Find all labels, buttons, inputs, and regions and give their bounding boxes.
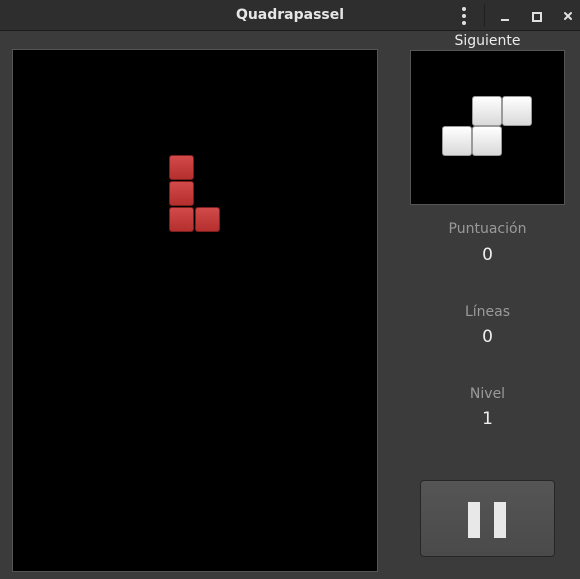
piece-block xyxy=(169,155,194,180)
vertical-dots-icon[interactable] xyxy=(452,4,476,27)
preview-block xyxy=(472,126,502,156)
titlebar-separator xyxy=(484,4,485,27)
minimize-icon[interactable] xyxy=(493,4,517,27)
lines-label: Líneas xyxy=(464,304,511,320)
next-piece-label: Siguiente xyxy=(454,33,521,49)
level-label: Nivel xyxy=(469,386,506,402)
level-value: 1 xyxy=(482,409,493,429)
lines-value: 0 xyxy=(482,327,493,347)
next-piece-preview xyxy=(410,50,565,205)
game-board[interactable] xyxy=(12,49,378,572)
maximize-icon[interactable] xyxy=(524,4,548,27)
score-label: Puntuación xyxy=(448,221,527,237)
piece-block xyxy=(169,207,194,232)
piece-block xyxy=(169,181,194,206)
score-value: 0 xyxy=(482,245,493,265)
pause-button[interactable] xyxy=(420,480,555,557)
close-icon[interactable] xyxy=(557,4,580,27)
preview-block xyxy=(472,96,502,126)
preview-block xyxy=(502,96,532,126)
title-bar[interactable]: Quadrapassel xyxy=(0,0,580,31)
preview-block xyxy=(442,126,472,156)
piece-block xyxy=(195,207,220,232)
game-window: Quadrapassel Siguiente Puntuación 0 Líne… xyxy=(0,0,580,579)
